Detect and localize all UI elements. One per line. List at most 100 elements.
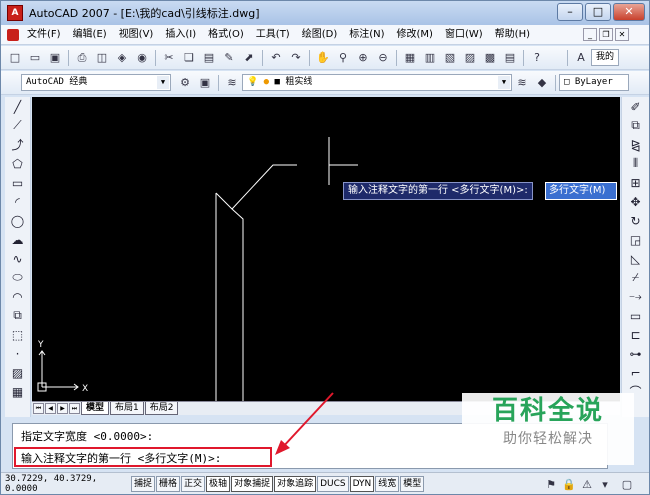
workspace-settings-icon[interactable]: ⚙: [177, 75, 193, 91]
ellipse-icon[interactable]: ⬭: [7, 268, 29, 287]
menu-tools[interactable]: 工具(T): [250, 25, 296, 45]
print-preview-icon[interactable]: ◫: [94, 50, 110, 66]
doc-minimize-button[interactable]: _: [583, 28, 597, 41]
mirror-icon[interactable]: ⧎: [625, 135, 647, 154]
design-center-icon[interactable]: ▥: [422, 50, 438, 66]
publish-icon[interactable]: ◈: [114, 50, 130, 66]
break-icon[interactable]: ⊏: [625, 325, 647, 344]
drawing-canvas[interactable]: Y X: [32, 97, 620, 401]
alert-icon[interactable]: ⚠: [579, 476, 595, 492]
minimize-button[interactable]: –: [557, 3, 583, 21]
polar-toggle[interactable]: 极轴: [206, 475, 231, 492]
menu-modify[interactable]: 修改(M): [391, 25, 439, 45]
clean-screen-icon[interactable]: ▢: [619, 476, 635, 492]
revision-cloud-icon[interactable]: ☁: [7, 230, 29, 249]
zoom-previous-icon[interactable]: ⊖: [375, 50, 391, 66]
chamfer-icon[interactable]: ⌐: [625, 363, 647, 382]
layer-combo[interactable]: 💡 ● ■ 粗实线 ▼: [242, 74, 512, 91]
workspace-save-icon[interactable]: ▣: [197, 75, 213, 91]
undo-icon[interactable]: ↶: [268, 50, 284, 66]
dynamic-input-field[interactable]: 多行文字(M): [545, 182, 617, 200]
rectangle-icon[interactable]: ▭: [7, 173, 29, 192]
3d-dwf-icon[interactable]: ◉: [134, 50, 150, 66]
help-icon[interactable]: ?: [529, 50, 545, 66]
markup-icon[interactable]: ▩: [482, 50, 498, 66]
break-at-point-icon[interactable]: ▭: [625, 306, 647, 325]
circle-icon[interactable]: ◯: [7, 211, 29, 230]
zoom-realtime-icon[interactable]: ⚲: [335, 50, 351, 66]
menu-window[interactable]: 窗口(W): [439, 25, 489, 45]
offset-icon[interactable]: ⫴: [625, 154, 647, 173]
erase-icon[interactable]: ✐: [625, 97, 647, 116]
autocad-app-icon[interactable]: A: [7, 5, 23, 21]
tool-palettes-icon[interactable]: ▧: [442, 50, 458, 66]
spline-icon[interactable]: ∿: [7, 249, 29, 268]
arc-icon[interactable]: ◜: [7, 192, 29, 211]
menu-dimension[interactable]: 标注(N): [343, 25, 390, 45]
ducs-toggle[interactable]: DUCS: [317, 475, 349, 492]
last-tab-icon[interactable]: ⏭: [69, 403, 80, 414]
copy-icon[interactable]: ❏: [181, 50, 197, 66]
menu-view[interactable]: 视图(V): [113, 25, 160, 45]
match-properties-icon[interactable]: ✎: [221, 50, 237, 66]
trim-icon[interactable]: ⌿: [625, 268, 647, 287]
doc-close-button[interactable]: ✕: [615, 28, 629, 41]
cut-icon[interactable]: ✂: [161, 50, 177, 66]
make-block-icon[interactable]: ⬚: [7, 325, 29, 344]
stretch-icon[interactable]: ◺: [625, 249, 647, 268]
chevron-down-icon[interactable]: ▼: [498, 76, 510, 89]
block-editor-icon[interactable]: ⬈: [241, 50, 257, 66]
tray-settings-icon[interactable]: ▾: [597, 476, 613, 492]
text-style-icon[interactable]: A: [573, 50, 589, 66]
insert-block-icon[interactable]: ⧉: [7, 306, 29, 325]
text-style-combo[interactable]: 我的: [591, 49, 619, 66]
sheet-set-icon[interactable]: ▨: [462, 50, 478, 66]
dyn-toggle[interactable]: DYN: [349, 475, 375, 492]
line-icon[interactable]: ╱: [7, 97, 29, 116]
snap-toggle[interactable]: 捕捉: [131, 475, 156, 492]
scale-icon[interactable]: ◲: [625, 230, 647, 249]
next-tab-icon[interactable]: ▶: [57, 403, 68, 414]
lock-icon[interactable]: 🔒: [561, 476, 577, 492]
copy-object-icon[interactable]: ⧉: [625, 116, 647, 135]
maximize-button[interactable]: □: [585, 3, 611, 21]
model-toggle[interactable]: 模型: [400, 475, 425, 492]
polyline-icon[interactable]: ⤴: [7, 135, 29, 154]
hatch-icon[interactable]: ▨: [7, 363, 29, 382]
tab-layout1[interactable]: 布局1: [110, 402, 144, 415]
menu-edit[interactable]: 编辑(E): [67, 25, 113, 45]
zoom-window-icon[interactable]: ⊕: [355, 50, 371, 66]
properties-icon[interactable]: ▦: [402, 50, 418, 66]
menu-insert[interactable]: 插入(I): [159, 25, 202, 45]
tab-model[interactable]: 模型: [81, 402, 110, 415]
color-combo[interactable]: □ ByLayer: [559, 74, 629, 91]
lineweight-toggle[interactable]: 线宽: [375, 475, 400, 492]
prev-tab-icon[interactable]: ◀: [45, 403, 56, 414]
layer-previous-icon[interactable]: ◆: [534, 75, 550, 91]
rotate-icon[interactable]: ↻: [625, 211, 647, 230]
workspace-combo[interactable]: AutoCAD 经典 ▼: [21, 74, 171, 91]
redo-icon[interactable]: ↷: [288, 50, 304, 66]
calculator-icon[interactable]: ▤: [502, 50, 518, 66]
point-icon[interactable]: ·: [7, 344, 29, 363]
menu-file[interactable]: 文件(F): [21, 25, 67, 45]
print-icon[interactable]: ⎙: [74, 50, 90, 66]
menu-help[interactable]: 帮助(H): [489, 25, 536, 45]
layer-manager-icon[interactable]: ≋: [224, 75, 240, 91]
close-button[interactable]: ✕: [613, 3, 645, 21]
open-file-icon[interactable]: ▭: [27, 50, 43, 66]
gradient-icon[interactable]: ▦: [7, 382, 29, 401]
otrack-toggle[interactable]: 对象追踪: [274, 475, 317, 492]
doc-restore-button[interactable]: ❐: [599, 28, 613, 41]
communication-center-icon[interactable]: ⚑: [543, 476, 559, 492]
paste-icon[interactable]: ▤: [201, 50, 217, 66]
grid-toggle[interactable]: 栅格: [156, 475, 181, 492]
polygon-icon[interactable]: ⬠: [7, 154, 29, 173]
extend-icon[interactable]: ⤍: [625, 287, 647, 306]
first-tab-icon[interactable]: ⏮: [33, 403, 44, 414]
new-file-icon[interactable]: □: [7, 50, 23, 66]
construction-line-icon[interactable]: ⟋: [7, 116, 29, 135]
ortho-toggle[interactable]: 正交: [181, 475, 206, 492]
save-icon[interactable]: ▣: [47, 50, 63, 66]
ellipse-arc-icon[interactable]: ◠: [7, 287, 29, 306]
